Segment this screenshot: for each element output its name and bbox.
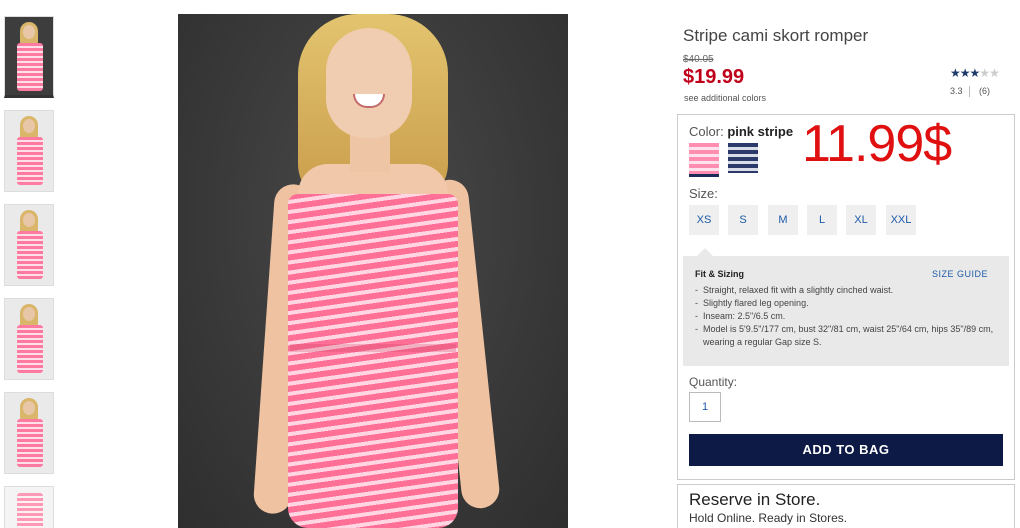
list-item: Model is 5'9.5"/177 cm, bust 32"/81 cm, … (695, 323, 1001, 349)
reserve-title: Reserve in Store. (689, 490, 821, 509)
color-label-text: Color: (689, 124, 724, 139)
product-title: Stripe cami skort romper (683, 26, 869, 45)
rating-stars[interactable]: ★★★★★ (950, 66, 1000, 80)
rating-value: 3.3 (950, 86, 963, 96)
review-count[interactable]: (6) (979, 86, 990, 96)
divider (969, 86, 970, 97)
swatch-pink-stripe[interactable] (689, 143, 719, 177)
list-item: Inseam: 2.5"/6.5 cm. (695, 310, 1001, 323)
size-button-xxl[interactable]: XXL (886, 205, 916, 235)
see-additional-colors-link[interactable]: see additional colors (684, 93, 766, 103)
swatch-navy-stripe[interactable] (728, 143, 758, 173)
thumbnail-4[interactable] (4, 298, 54, 380)
pink-striped-romper (288, 194, 458, 528)
thumbnail-strip (0, 0, 56, 528)
product-photo[interactable] (178, 14, 568, 528)
fit-panel-pointer (697, 248, 713, 256)
star-icon: ★ (950, 66, 961, 80)
product-page: Stripe cami skort romper $40.05 $19.99 s… (0, 0, 1020, 528)
sale-price: $19.99 (683, 66, 745, 88)
reserve-subtitle: Hold Online. Ready in Stores. (689, 511, 848, 525)
star-empty-icon: ★ (989, 66, 1000, 80)
color-label: Color: pink stripe (689, 124, 793, 139)
star-icon: ★ (969, 66, 981, 80)
quantity-input[interactable] (689, 392, 721, 422)
selected-color-name: pink stripe (727, 124, 794, 139)
promo-price-overlay: 11.99$ (802, 115, 952, 173)
star-icon: ★ (959, 66, 971, 80)
size-button-xl[interactable]: XL (846, 205, 876, 235)
size-guide-link[interactable]: SIZE GUIDE (932, 269, 988, 279)
size-button-xs[interactable]: XS (689, 205, 719, 235)
size-button-m[interactable]: M (768, 205, 798, 235)
list-item: Straight, relaxed fit with a slightly ci… (695, 284, 1001, 297)
size-label: Size: (689, 186, 718, 201)
thumbnail-1[interactable] (4, 16, 54, 98)
quantity-label: Quantity: (689, 375, 738, 389)
size-button-s[interactable]: S (728, 205, 758, 235)
star-empty-icon: ★ (979, 66, 990, 80)
list-item: Slightly flared leg opening. (695, 297, 1001, 310)
thumbnail-2[interactable] (4, 110, 54, 192)
fit-sizing-title: Fit & Sizing (695, 269, 744, 279)
size-button-l[interactable]: L (807, 205, 837, 235)
thumbnail-5[interactable] (4, 392, 54, 474)
original-price: $40.05 (683, 54, 714, 65)
thumbnail-6[interactable] (4, 486, 54, 528)
fit-details-list: Straight, relaxed fit with a slightly ci… (695, 284, 1001, 349)
add-to-bag-button[interactable]: ADD TO BAG (689, 434, 1003, 466)
thumbnail-3[interactable] (4, 204, 54, 286)
